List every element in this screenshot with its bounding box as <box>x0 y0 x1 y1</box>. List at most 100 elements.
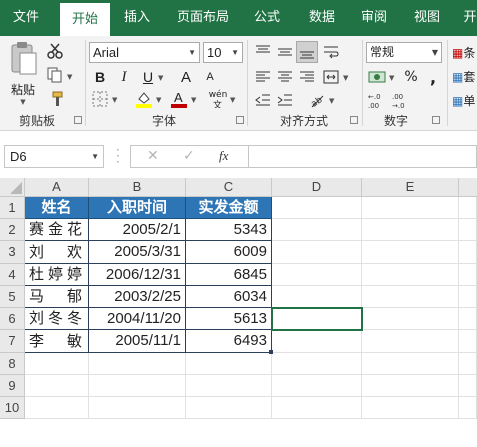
empty-cell[interactable] <box>186 397 272 419</box>
empty-cell[interactable] <box>362 353 459 375</box>
table-cell[interactable]: 马郁 <box>25 286 89 308</box>
clipboard-launcher-icon[interactable] <box>74 116 82 124</box>
table-cell[interactable]: 2005/11/1 <box>89 330 186 353</box>
copy-button[interactable] <box>44 64 66 86</box>
accounting-format-button[interactable] <box>366 66 388 88</box>
formula-input[interactable] <box>248 145 477 168</box>
alignment-launcher-icon[interactable] <box>350 116 358 124</box>
paste-button[interactable]: 粘贴 ▼ <box>6 40 40 106</box>
column-header-c[interactable]: C <box>186 178 272 197</box>
align-bottom-button[interactable] <box>296 41 318 63</box>
tab-view[interactable]: 视图 <box>405 0 449 36</box>
empty-cell[interactable] <box>272 264 362 286</box>
empty-cell[interactable] <box>272 241 362 264</box>
font-size-combo[interactable]: 10 ▼ <box>203 42 243 63</box>
column-header-e[interactable]: E <box>362 178 459 197</box>
empty-cell[interactable] <box>25 397 89 419</box>
shrink-font-button[interactable]: A <box>199 66 221 88</box>
align-center-button[interactable] <box>274 66 296 88</box>
merge-center-button[interactable] <box>320 66 342 88</box>
tab-file[interactable]: 文件 <box>0 0 52 36</box>
grow-font-button[interactable]: A <box>175 66 197 88</box>
table-cell[interactable]: 2006/12/31 <box>89 264 186 286</box>
empty-cell[interactable] <box>459 330 477 353</box>
borders-dropdown-icon[interactable]: ▼ <box>112 96 117 104</box>
empty-cell[interactable] <box>362 286 459 308</box>
table-cell[interactable]: 5613 <box>186 308 272 330</box>
select-all-corner[interactable] <box>0 178 25 197</box>
empty-cell[interactable] <box>459 241 477 264</box>
align-right-button[interactable] <box>296 66 318 88</box>
increase-decimal-button[interactable]: ←.0.00 <box>366 89 388 111</box>
empty-cell[interactable] <box>459 397 477 419</box>
tab-home[interactable]: 开始 <box>60 3 110 36</box>
number-format-combo[interactable]: 常规 ▼ <box>366 42 442 63</box>
cancel-button[interactable]: ✕ <box>147 148 159 164</box>
empty-cell[interactable] <box>272 308 362 330</box>
phonetic-dropdown-icon[interactable]: ▼ <box>230 96 235 104</box>
wrap-text-button[interactable] <box>320 41 342 63</box>
copy-dropdown-icon[interactable]: ▼ <box>67 73 72 81</box>
font-launcher-icon[interactable] <box>236 116 244 124</box>
empty-cell[interactable] <box>89 353 186 375</box>
empty-cell[interactable] <box>362 264 459 286</box>
table-cell[interactable]: 6845 <box>186 264 272 286</box>
empty-cell[interactable] <box>272 397 362 419</box>
row-header[interactable]: 7 <box>0 330 25 353</box>
table-cell[interactable]: 6034 <box>186 286 272 308</box>
align-left-button[interactable] <box>252 66 274 88</box>
empty-cell[interactable] <box>459 219 477 241</box>
table-cell[interactable]: 6493 <box>186 330 272 353</box>
empty-cell[interactable] <box>459 264 477 286</box>
font-name-combo[interactable]: Arial ▼ <box>89 42 200 63</box>
empty-cell[interactable] <box>272 197 362 219</box>
percent-style-button[interactable]: % <box>400 66 422 88</box>
empty-cell[interactable] <box>459 308 477 330</box>
format-painter-button[interactable] <box>44 88 66 110</box>
table-cell[interactable]: 杜婷婷 <box>25 264 89 286</box>
fill-color-button[interactable] <box>133 88 155 110</box>
row-header[interactable]: 4 <box>0 264 25 286</box>
empty-cell[interactable] <box>186 353 272 375</box>
decrease-decimal-button[interactable]: .00 →.0 <box>390 89 412 111</box>
table-cell[interactable]: 5343 <box>186 219 272 241</box>
increase-indent-button[interactable] <box>274 89 296 111</box>
table-cell[interactable]: 刘欢 <box>25 241 89 264</box>
empty-cell[interactable] <box>25 353 89 375</box>
empty-cell[interactable] <box>89 375 186 397</box>
table-cell[interactable]: 6009 <box>186 241 272 264</box>
empty-cell[interactable] <box>272 286 362 308</box>
tab-review[interactable]: 审阅 <box>352 0 396 36</box>
empty-cell[interactable] <box>362 330 459 353</box>
table-cell[interactable]: 2005/3/31 <box>89 241 186 264</box>
empty-cell[interactable] <box>459 197 477 219</box>
table-cell[interactable]: 赛金花 <box>25 219 89 241</box>
row-header[interactable]: 10 <box>0 397 25 419</box>
table-header-cell[interactable]: 入职时间 <box>89 197 186 219</box>
decrease-indent-button[interactable] <box>252 89 274 111</box>
tab-data[interactable]: 数据 <box>300 0 344 36</box>
empty-cell[interactable] <box>459 286 477 308</box>
empty-cell[interactable] <box>459 375 477 397</box>
empty-cell[interactable] <box>362 308 459 330</box>
number-launcher-icon[interactable] <box>432 116 440 124</box>
table-cell[interactable]: 2004/11/20 <box>89 308 186 330</box>
phonetic-button[interactable]: wén 文 <box>207 88 229 110</box>
row-header[interactable]: 2 <box>0 219 25 241</box>
fill-handle[interactable] <box>269 350 273 354</box>
table-header-cell[interactable]: 姓名 <box>25 197 89 219</box>
orientation-button[interactable]: ab <box>306 89 328 111</box>
empty-cell[interactable] <box>362 219 459 241</box>
column-header-d[interactable]: D <box>272 178 362 197</box>
row-header[interactable]: 8 <box>0 353 25 375</box>
row-header[interactable]: 1 <box>0 197 25 219</box>
worksheet-grid[interactable]: A B C D E 1 姓名 入职时间 实发金额 2 赛金花 2005/2/1 5343 3 刘欢… <box>0 178 477 447</box>
empty-cell[interactable] <box>272 330 362 353</box>
table-cell[interactable]: 2003/2/25 <box>89 286 186 308</box>
empty-cell[interactable] <box>362 197 459 219</box>
merge-dropdown-icon[interactable]: ▼ <box>343 74 348 82</box>
tab-page-layout[interactable]: 页面布局 <box>168 0 238 36</box>
underline-dropdown-icon[interactable]: ▼ <box>158 74 163 82</box>
empty-cell[interactable] <box>272 219 362 241</box>
empty-cell[interactable] <box>362 397 459 419</box>
